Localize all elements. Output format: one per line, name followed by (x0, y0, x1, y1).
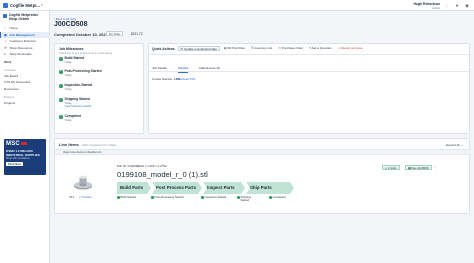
check-icon (201, 196, 204, 199)
stage-post-process-parts: Post Process Parts (152, 182, 202, 194)
open-line-items-link[interactable]: Open Line Items on Fenbum ⧉ (63, 150, 101, 154)
check-icon: ✓ (59, 115, 63, 119)
page-title: J00CD508 (54, 21, 88, 28)
line-items-count: 100% Completed (1/1 Tasks) (81, 144, 117, 147)
part-id: Part ID: 0194320 (117, 164, 139, 168)
part-files-button[interactable]: ▤ 3D Part Files (222, 46, 247, 51)
milestone-item: ✓ Shipping Started Today View Shipment Lab… (59, 97, 92, 108)
line-items-card: Line Items 100% Completed (1/1 Tasks) Ex… (54, 138, 471, 214)
part-name: 0199108_model_r_0 (1).stl (117, 170, 208, 179)
tab-attachments[interactable]: Attachments (0) (199, 66, 220, 70)
stage-status-post-process: Post-Processing Started (151, 196, 183, 199)
milestones-title: Job Milestones (59, 47, 84, 51)
milestone-item: ✓ Post-Processing Started Today (59, 69, 102, 77)
check-icon: ● (385, 166, 387, 170)
check-icon: ✓ (59, 84, 63, 88)
stage-status-shipping: Shipping Started (237, 196, 255, 202)
sidebar-section-finance: Finance (4, 94, 15, 99)
units-badge: ● 1 Units (382, 165, 400, 170)
milestones-card: Job Milestones Follow job to see progres… (54, 43, 144, 134)
org-name: Cogfile Metpredec Shop Gebhn (8, 13, 39, 21)
ask-question-button[interactable]: ? Ask a Question (307, 46, 334, 51)
stage-status-completed: Completed (269, 196, 286, 199)
milestone-item: ✓ Inspection Started Today (59, 83, 93, 91)
org-icon (3, 13, 7, 18)
org-switcher[interactable]: Cogfile Metpredec Shop Gebhn (0, 11, 49, 23)
back-link[interactable]: ‹ Back to All Jobs (54, 17, 76, 21)
chevron-down-icon[interactable]: ▾ (41, 3, 43, 7)
stage-build-parts: Build Parts (117, 182, 151, 194)
more-options-icon[interactable]: ⋮ (433, 165, 437, 170)
app-logo-icon[interactable] (3, 2, 8, 8)
chevron-down-icon: ⌄ (460, 143, 463, 147)
on-time-badge: On Time (106, 31, 123, 36)
sidebar-item-projects[interactable]: Projects (0, 100, 49, 107)
chat-icon[interactable]: ◌ (444, 3, 450, 9)
ad-subline: Shop with confidence (6, 157, 30, 160)
line-items-toolbar (55, 149, 471, 155)
check-icon (269, 196, 272, 199)
inventory-list-button[interactable]: ☰ Inventory List (249, 46, 274, 51)
stage-status-build: Build Started (117, 196, 136, 199)
ad-shop-button[interactable]: Shop Now (6, 162, 23, 167)
sidebar: Cogfile Metpredec Shop Gebhn ⌂ Home ▣ Job … (0, 11, 50, 263)
milestone-item: ✓ Completed Today (59, 114, 81, 122)
milestone-item: ✓ Build Started Today (59, 56, 85, 64)
stage-progress-bar: Build Parts Post Process Parts Inspect P… (117, 182, 295, 194)
users-icon: ☺ (4, 39, 8, 44)
update-completion-date-button[interactable]: ⟳ Update Completion Date (177, 46, 220, 51)
download-pdf-link[interactable]: Download PDF (176, 77, 195, 81)
shipment-labels-link[interactable]: View Shipment Labels (65, 105, 92, 108)
ad-brand: MSC (6, 141, 20, 147)
user-name: Hugh Robertson (413, 1, 440, 6)
check-icon: ✓ (59, 57, 63, 61)
check-icon (237, 196, 240, 199)
bell-icon[interactable]: ● (454, 3, 460, 9)
check-icon: ✓ (59, 98, 63, 102)
job-amount: $151.72 (131, 32, 143, 36)
stage-status-inspection: Inspection Started (201, 196, 226, 199)
home-icon: ⌂ (4, 26, 6, 31)
sidebar-section-contacts: Contacts (4, 67, 16, 72)
quick-actions-label: Quick Actions (152, 46, 175, 51)
brand-name[interactable]: Cogfile Metpr... (10, 3, 40, 8)
quick-actions-bar: Quick Actions ⟳ Update Completion Date ▤… (152, 46, 367, 51)
briefcase-icon: ▣ (4, 32, 7, 37)
check-icon (117, 196, 120, 199)
user-menu[interactable]: Hugh Robertson Admin (413, 2, 440, 10)
line-items-title: Line Items (59, 142, 79, 147)
part-dimensions: 4.000 x 4.000 x 0.275in (137, 164, 168, 168)
file-type: STL (69, 195, 75, 199)
stage-inspect-parts: Inspect Parts (203, 182, 245, 194)
divider (149, 53, 471, 55)
top-bar: Cogfile Metpr... ▾ Hugh Robertson Admin … (0, 0, 474, 11)
job-detail-card: Quick Actions ⟳ Update Completion Date ▤… (148, 43, 471, 134)
stage-ship-parts: Ship Parts (246, 182, 294, 194)
completion-date: Completed October 10, 2023 (54, 31, 108, 37)
sidebar-section-work: Work (4, 60, 12, 64)
calendar-icon: ▦ (408, 166, 411, 170)
tab-job-details[interactable]: Job Details (152, 66, 167, 70)
user-role: Admin (432, 5, 440, 10)
check-icon (151, 196, 154, 199)
ad-headline: OVER 1.2 MILLION INDUSTRIAL SUPPLIES (6, 148, 40, 157)
divider (149, 71, 471, 72)
purchase-order-button[interactable]: ▭ Purchase Order (276, 46, 305, 51)
dollar-icon: $ (4, 52, 6, 57)
milestones-subtitle: Follow job to see progress as it moves a… (59, 51, 113, 55)
part-thumbnail[interactable] (73, 173, 93, 192)
avatar[interactable]: ◉ (464, 3, 470, 9)
wrench-icon: ⚒ (4, 45, 7, 50)
ad-logo-mark (20, 142, 27, 145)
expand-all-button[interactable]: Expand All ⌄ (446, 143, 463, 147)
msc-ad-banner[interactable]: MSC OVER 1.2 MILLION INDUSTRIAL SUPPLIES… (4, 139, 46, 175)
due-date-badge: ▦ Due 11/08/23 (405, 165, 432, 170)
check-icon: ✓ (59, 70, 63, 74)
part-model-icon (74, 175, 92, 190)
traveler-link[interactable]: ▯ Traveler (79, 195, 92, 199)
report-issue-button[interactable]: ⚠ Report an Issue (336, 46, 365, 51)
